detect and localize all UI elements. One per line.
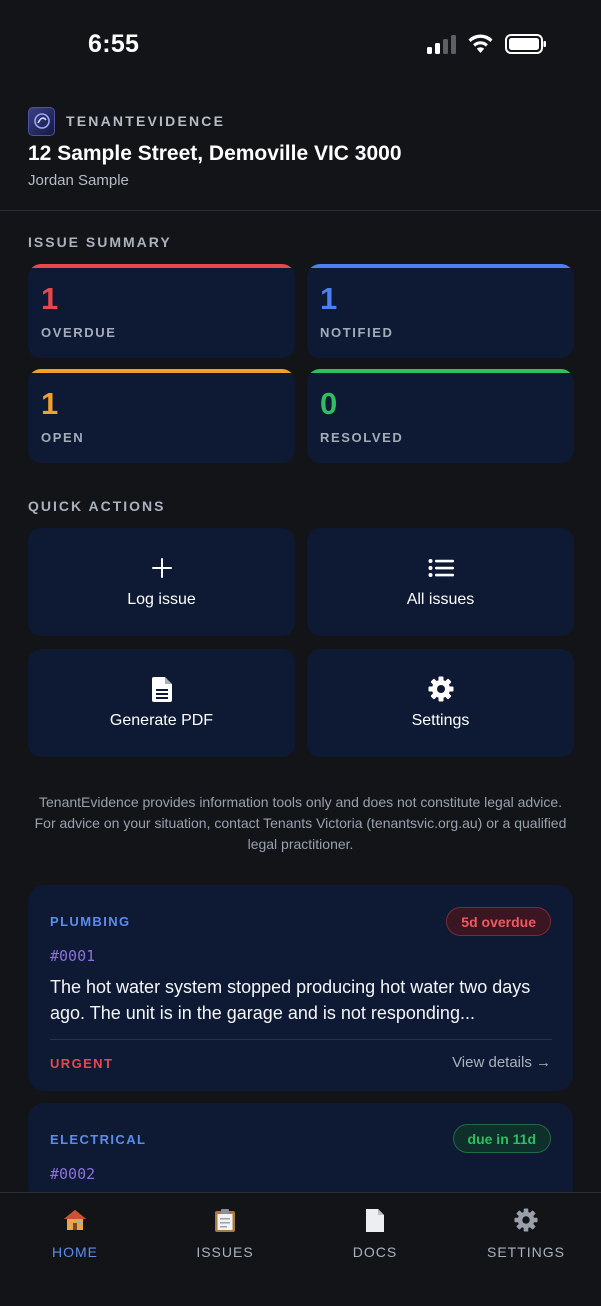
summary-card-open[interactable]: 1 OPEN	[28, 369, 295, 463]
summary-count: 1	[41, 386, 59, 421]
legal-disclaimer: TenantEvidence provides information tool…	[34, 794, 567, 852]
issue-number: #0001	[50, 947, 96, 965]
issue-description: The hot water system stopped producing h…	[50, 977, 531, 1023]
list-icon	[428, 556, 454, 580]
issue-category: ELECTRICAL	[50, 1132, 147, 1147]
log-issue-button[interactable]: Log issue	[28, 528, 295, 636]
house-icon	[63, 1207, 87, 1233]
action-label: Log issue	[127, 591, 196, 608]
quick-actions-title: QUICK ACTIONS	[28, 498, 166, 514]
brand-row: TENANTEVIDENCE	[28, 104, 573, 138]
action-label: Settings	[411, 712, 470, 729]
tab-docs[interactable]: DOCS	[315, 1207, 435, 1260]
summary-card-notified[interactable]: 1 NOTIFIED	[307, 264, 574, 358]
issue-card[interactable]: PLUMBING 5d overdue #0001 The hot water …	[28, 885, 573, 1091]
tab-home[interactable]: HOME	[15, 1207, 135, 1260]
action-label: Generate PDF	[109, 712, 214, 729]
summary-count: 1	[320, 281, 338, 316]
all-issues-button[interactable]: All issues	[307, 528, 574, 636]
tab-label: DOCS	[352, 1244, 398, 1260]
action-label: All issues	[406, 591, 475, 608]
summary-count: 1	[41, 281, 59, 316]
summary-label: OPEN	[41, 430, 85, 445]
bottom-tab-bar: HOME ISSUES DOCS SETTINGS	[0, 1192, 601, 1306]
property-address: 12 Sample Street, Demoville VIC 3000	[28, 142, 402, 165]
summary-count: 0	[320, 386, 338, 421]
issue-divider	[50, 1039, 552, 1040]
generate-pdf-button[interactable]: Generate PDF	[28, 649, 295, 757]
status-time: 6:55	[88, 30, 140, 58]
summary-label: RESOLVED	[320, 430, 404, 445]
summary-label: OVERDUE	[41, 325, 117, 340]
tab-issues[interactable]: ISSUES	[165, 1207, 285, 1260]
view-details-link[interactable]: View details →	[452, 1054, 551, 1071]
summary-card-bar	[28, 264, 295, 268]
cellular-signal-icon	[427, 34, 459, 54]
due-status-badge: 5d overdue	[446, 907, 551, 936]
gear-icon	[514, 1207, 538, 1233]
tab-label: HOME	[52, 1244, 98, 1260]
issue-category: PLUMBING	[50, 914, 131, 929]
summary-card-bar	[307, 264, 574, 268]
summary-card-overdue[interactable]: 1 OVERDUE	[28, 264, 295, 358]
issue-summary-title: ISSUE SUMMARY	[28, 234, 172, 250]
status-bar: 6:55	[0, 0, 601, 90]
document-icon	[151, 676, 172, 702]
brand-name: TENANTEVIDENCE	[66, 113, 226, 129]
wifi-icon	[468, 34, 493, 53]
due-status-badge: due in 11d	[452, 1124, 551, 1153]
tab-label: ISSUES	[196, 1244, 254, 1260]
summary-label: NOTIFIED	[320, 325, 394, 340]
tenant-name: Jordan Sample	[28, 172, 129, 189]
summary-card-bar	[28, 369, 295, 373]
tab-label: SETTINGS	[486, 1244, 565, 1260]
summary-card-bar	[307, 369, 574, 373]
app-header: TENANTEVIDENCE 12 Sample Street, Demovil…	[28, 104, 573, 189]
plus-icon	[151, 556, 173, 580]
summary-card-resolved[interactable]: 0 RESOLVED	[307, 369, 574, 463]
settings-button[interactable]: Settings	[307, 649, 574, 757]
issue-card[interactable]: ELECTRICAL due in 11d #0002	[28, 1103, 573, 1203]
tab-settings[interactable]: SETTINGS	[466, 1207, 586, 1260]
issue-number: #0002	[50, 1165, 96, 1183]
clipboard-icon	[214, 1207, 236, 1233]
battery-icon	[505, 34, 546, 54]
gear-icon	[428, 676, 454, 702]
app-logo-icon	[28, 106, 55, 136]
header-divider	[0, 210, 601, 211]
issue-priority: URGENT	[50, 1056, 114, 1071]
page-icon	[365, 1207, 385, 1233]
